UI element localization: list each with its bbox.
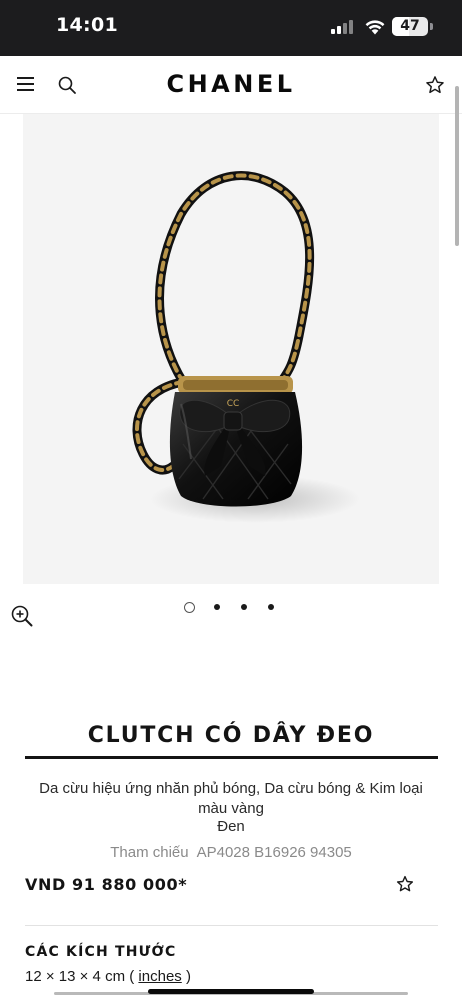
- product-price: VND 91 880 000*: [25, 875, 188, 894]
- wishlist-star-icon[interactable]: [424, 74, 446, 96]
- dimensions-value: 12 × 13 × 4 cm: [25, 968, 126, 985]
- product-reference: Tham chiếu AP4028 B16926 94305: [0, 844, 462, 861]
- product-description: Da cừu hiệu ứng nhăn phủ bóng, Da cừu bó…: [39, 780, 423, 817]
- menu-button[interactable]: [17, 76, 37, 92]
- cellular-signal-icon: [331, 19, 355, 34]
- product-page: 14:01 47 CHANEL CC CLUTCH CÓ DÂY ĐEO Da …: [0, 0, 462, 1000]
- pager-dot-4[interactable]: [267, 604, 274, 610]
- battery-level: 47: [400, 18, 420, 34]
- pager-dot-1[interactable]: [184, 602, 195, 613]
- product-color: Đen: [217, 818, 245, 835]
- svg-text:CC: CC: [227, 399, 240, 409]
- pager-dot-3[interactable]: [240, 604, 247, 610]
- home-indicator[interactable]: [148, 989, 314, 994]
- dimensions-line: 12 × 13 × 4 cm ( inches ): [25, 968, 191, 985]
- menu-icon: [17, 77, 34, 79]
- status-bar: 14:01 47: [0, 0, 462, 56]
- bag-illustration: CC: [132, 171, 360, 523]
- title-rule: [25, 756, 438, 759]
- zoom-in-icon[interactable]: [10, 604, 34, 628]
- inches-unit-link[interactable]: inches: [138, 968, 181, 985]
- search-icon[interactable]: [56, 74, 78, 96]
- site-header: CHANEL: [0, 56, 462, 114]
- pager-dot-2[interactable]: [213, 604, 220, 610]
- reference-label: Tham chiếu: [110, 844, 189, 861]
- dimensions-open-paren: (: [125, 968, 139, 985]
- wifi-icon: [365, 20, 385, 35]
- dimensions-heading: CÁC KÍCH THƯỚC: [25, 944, 177, 960]
- section-divider: [25, 925, 438, 926]
- reference-code: AP4028 B16926 94305: [196, 844, 352, 861]
- scrollbar[interactable]: [455, 86, 459, 246]
- status-time: 14:01: [56, 14, 118, 36]
- product-title: CLUTCH CÓ DÂY ĐEO: [87, 723, 375, 748]
- product-image[interactable]: CC: [23, 114, 439, 584]
- battery-nub: [430, 23, 433, 30]
- dimensions-close-paren: ): [181, 968, 191, 985]
- image-pager: [184, 602, 280, 614]
- battery-icon: 47: [392, 17, 428, 36]
- add-to-wishlist-star-icon[interactable]: [395, 874, 415, 894]
